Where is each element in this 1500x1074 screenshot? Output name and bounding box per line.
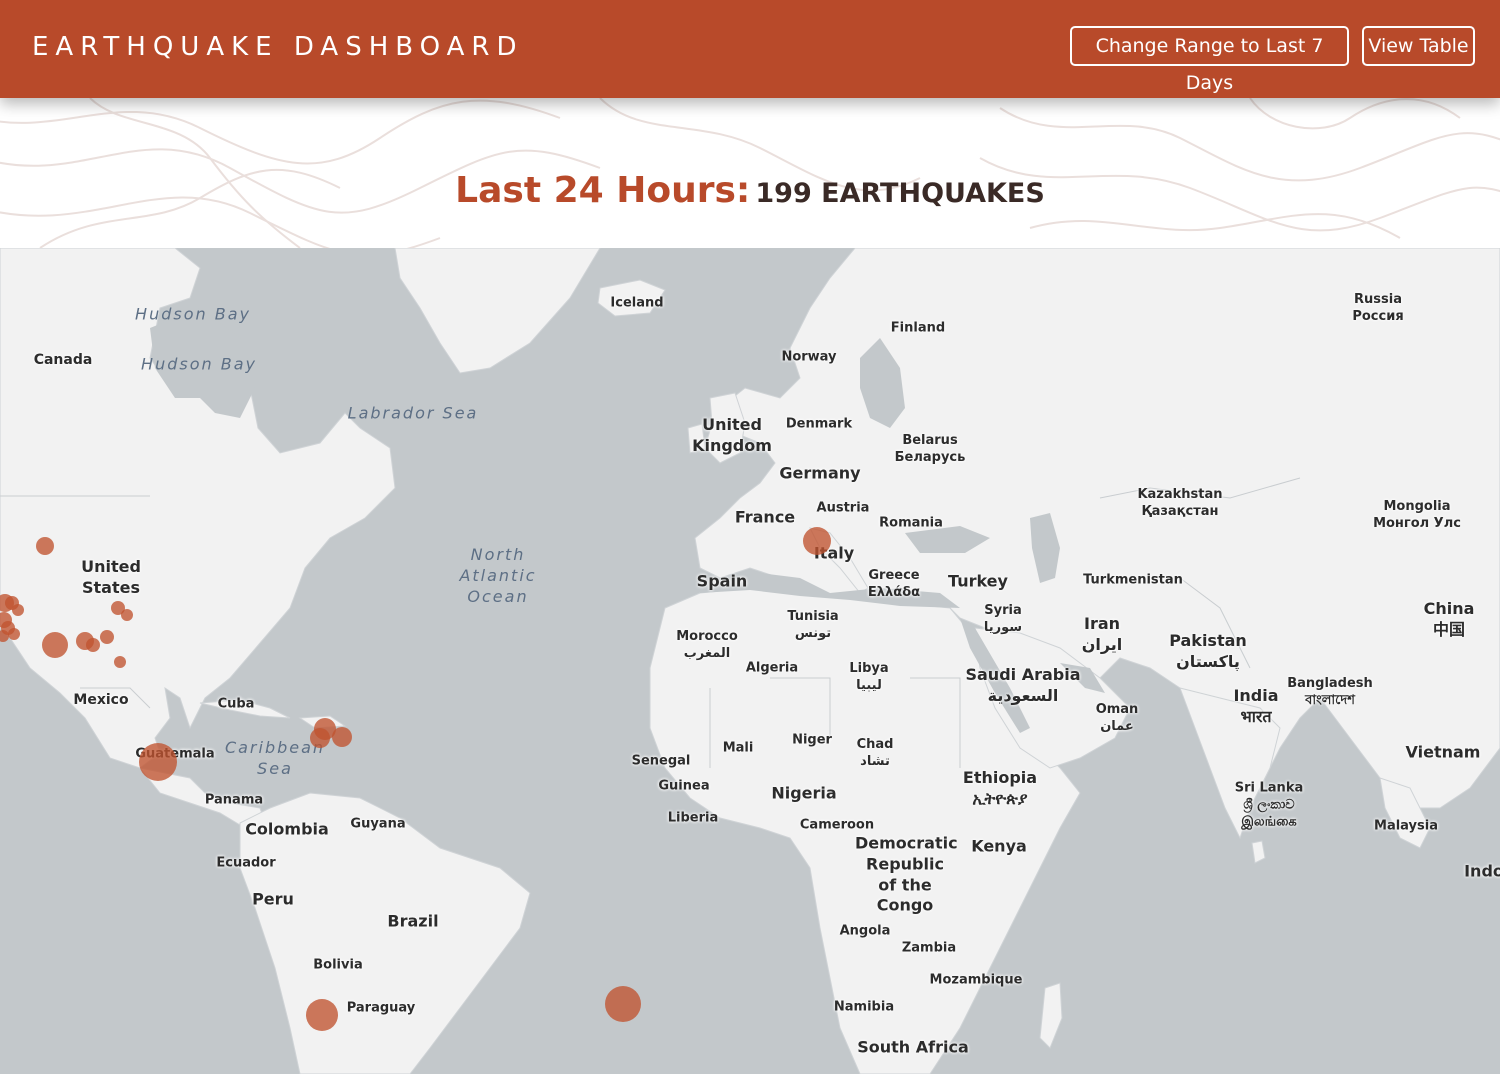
earthquake-marker[interactable] xyxy=(121,609,133,621)
earthquake-marker[interactable] xyxy=(12,604,24,616)
earthquake-marker[interactable] xyxy=(803,527,831,555)
earthquake-marker[interactable] xyxy=(100,630,114,644)
earthquake-count-heading: Last 24 Hours: 199 EARTHQUAKES xyxy=(0,170,1500,211)
earthquake-marker[interactable] xyxy=(36,537,54,555)
header-bar: EARTHQUAKE DASHBOARD Change Range to Las… xyxy=(0,0,1500,98)
earthquake-marker[interactable] xyxy=(332,727,352,747)
earthquake-markers xyxy=(0,527,831,1031)
change-range-button[interactable]: Change Range to Last 7 Days xyxy=(1070,26,1349,94)
view-table-button[interactable]: View Table xyxy=(1362,26,1475,66)
earthquake-marker[interactable] xyxy=(86,638,100,652)
earthquake-marker[interactable] xyxy=(605,986,641,1022)
earthquake-marker[interactable] xyxy=(139,743,177,781)
earthquake-marker[interactable] xyxy=(8,628,20,640)
earthquake-marker[interactable] xyxy=(42,632,68,658)
range-label: Last 24 Hours: xyxy=(455,170,751,211)
earthquake-marker[interactable] xyxy=(114,656,126,668)
app-title: EARTHQUAKE DASHBOARD xyxy=(32,32,524,62)
earthquake-count: 199 EARTHQUAKES xyxy=(755,178,1045,209)
earthquake-marker[interactable] xyxy=(306,999,338,1031)
earthquake-marker[interactable] xyxy=(310,728,330,748)
earthquake-map[interactable]: Hudson Bay Hudson Bay Labrador Sea North… xyxy=(0,248,1500,1074)
